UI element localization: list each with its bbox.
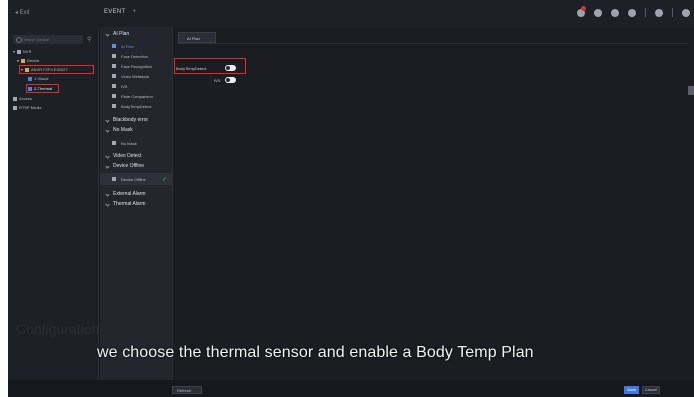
collapse-arrow-icon	[105, 127, 110, 133]
mask-icon	[112, 141, 116, 145]
monitor-icon[interactable]	[628, 8, 636, 17]
user-icon[interactable]	[682, 8, 690, 17]
tree-item-rtsp[interactable]: RTSP Media	[13, 105, 42, 110]
event-item-label: AI Plan	[121, 43, 134, 49]
tree-item-visual-channel[interactable]: 1-Visual	[28, 76, 48, 81]
tree-item-label: Device	[27, 58, 40, 63]
expand-arrow-icon	[105, 153, 110, 159]
expand-arrow-icon	[105, 117, 110, 123]
group-blackbody-error[interactable]: Blackbody error	[100, 115, 173, 125]
settings-icon[interactable]	[594, 8, 602, 17]
face-recognition-icon	[112, 64, 116, 68]
access-icon	[13, 96, 17, 101]
group-label: Thermal Alarm	[113, 201, 146, 207]
event-item-label: BodyTempDetect	[121, 103, 152, 109]
event-item-device-offline[interactable]: Device Offline ✓	[100, 173, 173, 185]
tree-item-label: Access	[19, 96, 32, 101]
exit-button[interactable]: ◂ Exit	[15, 9, 30, 16]
highlight-box-body-temp	[174, 58, 246, 74]
video-subtitle: we choose the thermal sensor and enable …	[97, 344, 534, 361]
group-external-alarm[interactable]: External Alarm	[100, 189, 173, 199]
bottom-bar: Refresh Save Cancel	[8, 380, 694, 397]
event-item-face-detection[interactable]: Face Detection	[100, 51, 173, 61]
event-item-label: IVS	[121, 83, 128, 89]
camera-icon	[28, 76, 32, 81]
checkmark-icon: ✓	[161, 176, 167, 183]
event-item-label: Face Recognition	[121, 63, 153, 69]
metadata-icon	[112, 74, 116, 78]
toolbar-divider	[672, 8, 673, 17]
watermark: Configuration	[16, 321, 100, 337]
tree-item-label: RTSP Media	[19, 105, 42, 110]
ai-plan-icon	[112, 44, 116, 48]
expand-arrow-icon[interactable]: ▾	[17, 58, 19, 63]
group-icon	[17, 49, 22, 54]
group-ai-plan[interactable]: AI Plan	[100, 29, 173, 39]
event-item-label: No Mask	[121, 140, 137, 146]
tree-item-label: 1-Visual	[34, 76, 49, 81]
group-label: Video Detect	[113, 153, 142, 159]
event-type-list: AI Plan AI Plan Face Detection Face Reco…	[100, 27, 173, 380]
group-thermal-alarm[interactable]: Thermal Alarm	[100, 199, 173, 209]
collapse-arrow-icon	[105, 163, 110, 169]
toolbar-divider	[645, 8, 646, 17]
face-icon	[112, 54, 116, 58]
device-search-input[interactable]: Search Device	[13, 35, 83, 44]
event-item-label: Device Offline	[121, 176, 146, 182]
device-offline-icon	[112, 177, 116, 181]
top-bar: ◂ Exit EVENT +	[8, 0, 694, 27]
group-video-detect[interactable]: Video Detect	[100, 151, 173, 161]
expand-arrow-icon	[105, 201, 110, 207]
tree-item-label: NVS	[23, 49, 32, 54]
media-icon	[13, 105, 17, 110]
group-label: Device Offline	[113, 163, 145, 169]
app-window: ◂ Exit EVENT + Search Device ⚲ ▾ NVS ▾ Devi…	[8, 0, 694, 397]
toolbar-icons	[577, 5, 690, 17]
tree-item-device[interactable]: ▾ Device	[17, 58, 39, 63]
tab-event[interactable]: EVENT +	[104, 9, 136, 15]
tree-item-nvs[interactable]: ▾ NVS	[13, 49, 31, 54]
expand-arrow-icon[interactable]: ▾	[13, 49, 15, 54]
event-item-label: Plate Comparison	[121, 93, 153, 99]
expand-arrow-icon	[105, 191, 110, 197]
security-icon[interactable]	[655, 8, 663, 17]
refresh-button[interactable]: Refresh	[172, 386, 202, 394]
group-label: External Alarm	[113, 191, 146, 197]
group-no-mask[interactable]: No Mask	[100, 125, 173, 135]
event-item-plate-comparison[interactable]: Plate Comparison	[100, 91, 173, 101]
cancel-button[interactable]: Cancel	[642, 386, 660, 394]
group-label: Blackbody error	[113, 117, 149, 123]
ivs-label: IVS	[214, 78, 221, 83]
group-label: AI Plan	[113, 31, 130, 37]
tab-divider	[178, 43, 688, 44]
event-item-face-recognition[interactable]: Face Recognition	[100, 61, 173, 71]
group-device-offline[interactable]: Device Offline	[100, 161, 173, 171]
tree-item-access[interactable]: Access	[13, 96, 32, 101]
event-item-ai-plan[interactable]: AI Plan	[100, 41, 173, 51]
group-label: No Mask	[113, 127, 133, 133]
save-button[interactable]: Save	[624, 386, 639, 394]
event-item-label: Face Detection	[121, 53, 148, 59]
highlight-box-thermal	[26, 84, 59, 93]
panel-collapse-handle[interactable]	[688, 86, 694, 95]
folder-icon	[21, 58, 26, 63]
plate-icon	[112, 94, 116, 98]
event-item-label: Video Metadata	[121, 73, 149, 79]
alarm-icon[interactable]	[577, 5, 586, 17]
filter-icon[interactable]: ⚲	[87, 36, 91, 43]
collapse-arrow-icon	[105, 31, 110, 37]
event-item-body-temp-detect[interactable]: BodyTempDetect	[100, 101, 173, 111]
event-item-ivs[interactable]: IVS	[100, 81, 173, 91]
ivs-icon	[112, 84, 116, 88]
tab-ai-plan[interactable]: AI Plan	[178, 32, 216, 43]
thermometer-icon	[112, 104, 116, 108]
event-item-no-mask[interactable]: No Mask	[100, 138, 173, 148]
event-item-video-metadata[interactable]: Video Metadata	[100, 71, 173, 81]
add-tab-button[interactable]: +	[133, 9, 137, 15]
tab-event-label: EVENT	[104, 9, 126, 15]
record-icon[interactable]	[611, 8, 619, 17]
plan-config-area: AI Plan BodyTempDetect IVS	[174, 27, 694, 380]
ivs-toggle[interactable]	[225, 77, 236, 83]
highlight-box-nvr	[19, 65, 94, 74]
